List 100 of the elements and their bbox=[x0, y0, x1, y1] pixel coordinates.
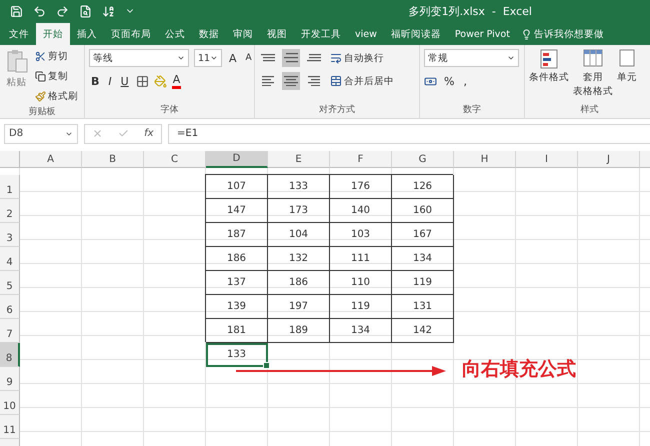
fill-color-icon[interactable] bbox=[154, 74, 167, 88]
horizontal-align-button[interactable] bbox=[282, 72, 300, 90]
format-painter-button[interactable]: 格式刷 bbox=[33, 88, 80, 105]
column-header[interactable]: F bbox=[330, 151, 392, 168]
table-cell: 189 bbox=[268, 319, 330, 343]
row-header[interactable]: 8 bbox=[0, 343, 20, 367]
row-header[interactable]: 4 bbox=[0, 247, 20, 271]
table-cell: 187 bbox=[206, 223, 268, 247]
font-size-field[interactable]: 11 bbox=[194, 49, 222, 67]
font-color-button[interactable]: A bbox=[172, 74, 182, 88]
ribbon-tab[interactable]: Power Pivot bbox=[448, 23, 517, 45]
table-cell: 107 bbox=[206, 175, 268, 199]
row-header[interactable]: 3 bbox=[0, 223, 20, 247]
column-header[interactable]: B bbox=[82, 151, 144, 168]
ribbon-tab[interactable]: 页面布局 bbox=[104, 23, 158, 45]
row-header[interactable]: 9 bbox=[0, 367, 20, 391]
column-header[interactable]: J bbox=[578, 151, 640, 168]
grow-font-button[interactable]: A bbox=[227, 52, 239, 64]
merge-center-button[interactable]: 合并后居中 bbox=[328, 72, 396, 90]
window-title: 多列变1列.xlsx - Excel bbox=[408, 4, 532, 18]
name-box[interactable]: D8 bbox=[4, 124, 78, 144]
conditional-format-button[interactable]: 条件格式 bbox=[529, 48, 569, 103]
currency-icon[interactable] bbox=[424, 74, 437, 88]
cut-button[interactable]: 剪切 bbox=[33, 48, 80, 65]
column-header[interactable]: H bbox=[454, 151, 516, 168]
table-format-label: 表格格式 bbox=[573, 85, 613, 98]
ribbon-tab[interactable]: 福昕阅读器 bbox=[384, 23, 448, 45]
align-bottom-icon bbox=[307, 54, 321, 62]
bold-button[interactable]: B bbox=[89, 74, 102, 88]
save-icon[interactable] bbox=[10, 4, 23, 18]
table-cell: 197 bbox=[268, 295, 330, 319]
vertical-align-button[interactable] bbox=[282, 49, 300, 67]
group-label: 数字 bbox=[462, 104, 482, 117]
ribbon-tab[interactable]: 视图 bbox=[260, 23, 294, 45]
table-cell: 134 bbox=[330, 319, 392, 343]
dropdown-caret-icon bbox=[210, 54, 218, 62]
column-header[interactable]: E bbox=[268, 151, 330, 168]
row-header[interactable]: 6 bbox=[0, 295, 20, 319]
clipboard-icon bbox=[4, 48, 28, 74]
column-header[interactable]: D bbox=[206, 151, 268, 168]
tell-me-text: 告诉我你想要做 bbox=[534, 28, 604, 40]
table-cell: 160 bbox=[392, 199, 454, 223]
column-header[interactable]: I bbox=[516, 151, 578, 168]
row-header[interactable]: 2 bbox=[0, 199, 20, 223]
italic-button[interactable]: I bbox=[106, 74, 114, 88]
ribbon-tab[interactable]: 审阅 bbox=[226, 23, 260, 45]
align-right-icon bbox=[308, 76, 320, 86]
number-format-field[interactable]: 常规 bbox=[424, 49, 519, 67]
lightbulb-icon bbox=[520, 28, 532, 40]
table-cell: 110 bbox=[330, 271, 392, 295]
percent-button[interactable]: % bbox=[442, 74, 456, 88]
underline-button[interactable]: U bbox=[118, 74, 131, 88]
table-cell: 186 bbox=[206, 247, 268, 271]
row-header[interactable]: 7 bbox=[0, 319, 20, 343]
ribbon-tab[interactable]: 数据 bbox=[192, 23, 226, 45]
fill-handle[interactable] bbox=[263, 362, 270, 369]
table-cell: 134 bbox=[392, 247, 454, 271]
table-cell: 137 bbox=[206, 271, 268, 295]
insert-function-button[interactable]: fx bbox=[144, 128, 154, 139]
ribbon-tab[interactable]: 插入 bbox=[70, 23, 104, 45]
row-header[interactable]: 10 bbox=[0, 391, 20, 415]
wrap-text-icon bbox=[330, 52, 342, 64]
table-cell: 139 bbox=[206, 295, 268, 319]
wrap-text-button[interactable]: 自动换行 bbox=[328, 50, 386, 66]
annotation-text: 向右填充公式 bbox=[462, 357, 576, 382]
tell-me-search[interactable]: 告诉我你想要做 bbox=[516, 23, 604, 45]
table-cell: 126 bbox=[392, 175, 454, 199]
cell-styles-button[interactable]: 单元 bbox=[617, 48, 637, 103]
copy-button[interactable]: 复制 bbox=[33, 68, 80, 85]
row-header[interactable]: 5 bbox=[0, 271, 20, 295]
undo-icon[interactable] bbox=[33, 4, 46, 18]
font-name-field[interactable]: 等线 bbox=[89, 49, 189, 67]
sort-icon[interactable] bbox=[102, 4, 115, 18]
ribbon-tab[interactable]: 开发工具 bbox=[294, 23, 348, 45]
paste-label: 粘贴 bbox=[6, 76, 26, 89]
table-cell: 186 bbox=[268, 271, 330, 295]
shrink-font-button[interactable]: A bbox=[244, 53, 254, 63]
group-label: 字体 bbox=[160, 104, 180, 117]
column-header[interactable]: A bbox=[20, 151, 82, 168]
print-preview-icon[interactable] bbox=[79, 4, 92, 18]
table-cell: 132 bbox=[268, 247, 330, 271]
table-cell: 111 bbox=[330, 247, 392, 271]
row-header[interactable]: 11 bbox=[0, 415, 20, 439]
paste-button[interactable]: 粘贴 bbox=[4, 48, 29, 105]
table-format-button[interactable]: 套用 表格格式 bbox=[573, 48, 613, 103]
column-header[interactable]: C bbox=[144, 151, 206, 168]
column-header[interactable]: G bbox=[392, 151, 454, 168]
ribbon-tab[interactable]: 开始 bbox=[36, 23, 70, 45]
active-cell[interactable]: 133 bbox=[206, 343, 268, 367]
ribbon-tab[interactable]: view bbox=[348, 23, 384, 45]
row-header[interactable]: 1 bbox=[0, 175, 20, 199]
comma-button[interactable]: , bbox=[461, 74, 469, 88]
dropdown-caret-icon bbox=[507, 54, 515, 62]
formula-field[interactable]: =E1 bbox=[168, 124, 650, 144]
redo-icon[interactable] bbox=[56, 4, 69, 18]
table-cell: 103 bbox=[330, 223, 392, 247]
ribbon-tab[interactable]: 公式 bbox=[158, 23, 192, 45]
table-cell: 104 bbox=[268, 223, 330, 247]
borders-icon[interactable] bbox=[136, 74, 149, 88]
ribbon-tab[interactable]: 文件 bbox=[2, 23, 36, 45]
